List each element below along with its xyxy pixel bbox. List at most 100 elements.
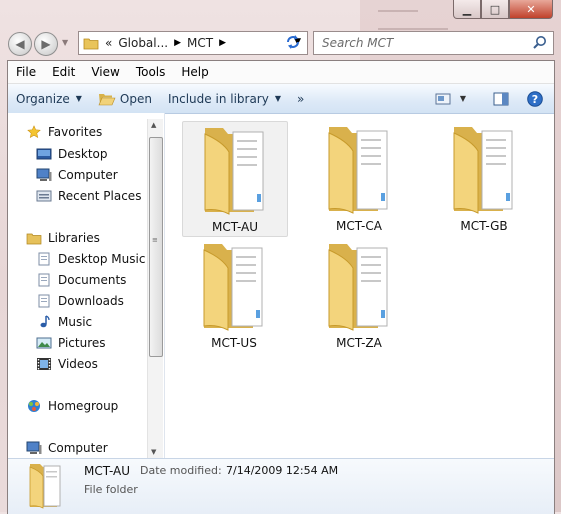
nav-label: Documents [58,273,127,287]
computer-icon [36,168,52,181]
scrollbar-thumb[interactable] [149,137,163,357]
star-icon [27,125,41,139]
preview-pane-icon [493,92,509,105]
open-label: Open [119,91,152,106]
command-bar: Organize ▼ Open Include in library ▼ » ▼… [8,84,554,114]
organize-button[interactable]: Organize ▼ [8,92,90,106]
nav-label: Recent Places [58,189,142,203]
folder-tile-mct-za[interactable]: MCT-ZA [307,238,411,352]
scroll-down-icon[interactable]: ▼ [151,448,156,456]
nav-label: Videos [58,357,98,371]
close-button[interactable]: ✕ [509,0,553,19]
folder-icon [453,127,513,214]
search-box[interactable]: Search MCT [313,31,554,55]
close-icon: ✕ [526,2,536,16]
organize-label: Organize [16,91,70,106]
folder-icon [83,38,99,50]
caption-buttons: ▁ □ ✕ [453,0,553,19]
help-button[interactable]: ? [526,90,544,107]
chevron-down-icon: ▼ [75,94,82,103]
libraries-header[interactable]: Libraries [26,231,100,245]
computer-icon [26,441,42,454]
navigation-pane: Favorites Desktop Computer Recent Places… [8,113,165,458]
back-button[interactable]: ◀ [8,32,32,56]
desktop-icon [36,148,52,160]
refresh-icon [287,35,299,49]
nav-item-desktop[interactable]: Desktop [36,147,108,161]
breadcrumb-global[interactable]: Global... [118,36,168,50]
command-bar-right: ▼ ? [428,90,554,107]
explorer-body: Favorites Desktop Computer Recent Places… [8,113,554,458]
preview-pane-button[interactable] [492,91,510,107]
homegroup-icon [28,400,40,412]
explorer-window: ▁ □ ✕ ◀ ▶ ▼ « Global... ▶ MCT ▶ ▼ Search… [0,0,561,514]
forward-button[interactable]: ▶ [34,32,58,56]
folder-tile-mct-au[interactable]: MCT-AU [182,121,288,237]
favorites-label: Favorites [48,125,103,139]
breadcrumb-mct[interactable]: MCT [187,36,213,50]
recent-pages-dropdown[interactable]: ▼ [62,38,68,47]
minimize-button[interactable]: ▁ [453,0,481,19]
open-button[interactable]: Open [90,92,160,106]
chevron-down-icon: ▼ [274,94,281,103]
details-pane: MCT-AU Date modified: 7/14/2009 12:54 AM… [8,458,554,514]
view-icon [435,93,451,104]
details-date-modified-value: 7/14/2009 12:54 AM [226,464,339,477]
explorer-frame: File Edit View Tools Help Organize ▼ Ope… [7,60,555,514]
document-icon [38,252,50,266]
include-in-library-label: Include in library [167,91,269,106]
computer-header[interactable]: Computer [26,441,108,455]
homegroup-header[interactable]: Homegroup [26,399,118,413]
documents-icon [38,273,50,287]
menu-file[interactable]: File [8,65,44,79]
maximize-icon: □ [489,2,501,16]
forward-arrow-icon: ▶ [41,37,51,51]
search-placeholder: Search MCT [322,36,394,50]
nav-item-pictures[interactable]: Pictures [36,336,106,350]
more-commands-button[interactable]: » [289,92,312,106]
change-view-button[interactable] [434,91,452,107]
refresh-button[interactable] [282,32,304,52]
folder-icon [204,128,264,215]
scroll-grip-icon: ≡ [152,236,158,244]
nav-label: Pictures [58,336,106,350]
folder-tile-mct-gb[interactable]: MCT-GB [432,121,536,235]
nav-item-recent-places[interactable]: Recent Places [36,189,141,203]
menu-view[interactable]: View [83,65,127,79]
scroll-up-icon[interactable]: ▲ [151,121,156,129]
downloads-icon [38,294,50,308]
folder-name: MCT-AU [211,220,259,234]
folder-icon [29,464,61,509]
folder-tile-mct-us[interactable]: MCT-US [182,238,286,352]
nav-item-documents[interactable]: Documents [36,273,126,287]
folder-tile-mct-ca[interactable]: MCT-CA [307,121,411,235]
nav-item-computer[interactable]: Computer [36,168,118,182]
folder-name: MCT-ZA [336,336,382,350]
breadcrumb-overflow[interactable]: « [105,36,112,50]
breadcrumb-separator-icon[interactable]: ▶ [174,38,181,48]
help-icon: ? [527,90,543,107]
nav-item-music[interactable]: Music [36,315,92,329]
more-commands-label: » [297,91,305,106]
details-name: MCT-AU [84,464,131,478]
search-icon[interactable] [532,35,547,50]
nav-item-videos[interactable]: Videos [36,357,98,371]
nav-label: Computer [58,168,118,182]
nav-item-desktop-music[interactable]: Desktop Music [36,252,145,266]
nav-item-downloads[interactable]: Downloads [36,294,124,308]
include-in-library-button[interactable]: Include in library ▼ [160,92,289,106]
nav-pane-scrollbar[interactable]: ▲ ≡ ▼ [147,119,163,458]
recent-places-icon [36,190,52,202]
minimize-icon: ▁ [462,2,472,16]
homegroup-label: Homegroup [48,399,119,413]
address-bar[interactable]: « Global... ▶ MCT ▶ ▼ [78,31,308,55]
menu-tools[interactable]: Tools [128,65,174,79]
menu-help[interactable]: Help [173,65,216,79]
nav-label: Downloads [58,294,124,308]
breadcrumb-separator-icon[interactable]: ▶ [219,38,226,48]
maximize-button[interactable]: □ [481,0,509,19]
favorites-header[interactable]: Favorites [26,125,102,139]
nav-label: Music [58,315,93,329]
view-options-dropdown[interactable]: ▼ [454,91,472,107]
menu-edit[interactable]: Edit [44,65,83,79]
